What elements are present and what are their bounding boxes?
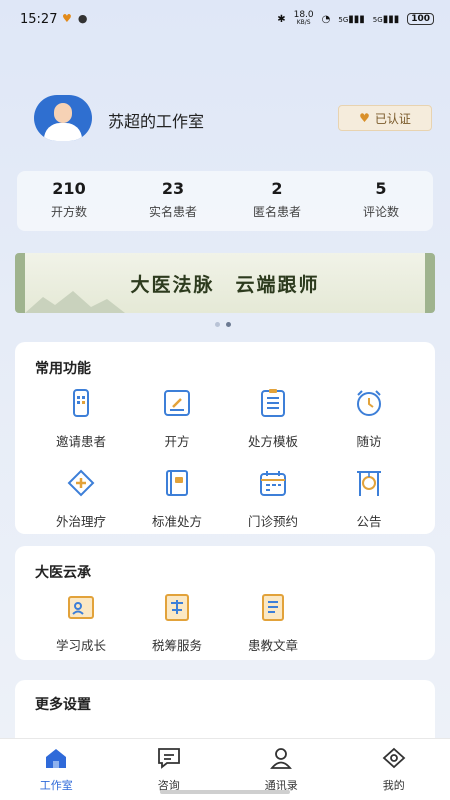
clinic-appointment-button[interactable]: 门诊预约 (223, 468, 323, 530)
stat-reviews[interactable]: 5 评论数 (329, 171, 433, 231)
stat-value: 5 (375, 179, 387, 198)
daiyi-card: 大医云承 学习成长 税筹服务 患教文章 (15, 546, 435, 660)
wechat-icon: ● (77, 12, 88, 25)
item-label: 处方模板 (247, 434, 298, 449)
pagination-dot-active[interactable] (226, 322, 231, 327)
promo-banner[interactable]: 大医法脉 云端跟师 (15, 253, 435, 313)
announcement-gong-icon (357, 471, 381, 496)
item-label: 随访 (356, 434, 382, 449)
section-title: 常用功能 (35, 361, 91, 377)
contacts-icon (270, 748, 293, 769)
home-indicator (160, 790, 290, 794)
banner-text: 大医法脉 云端跟师 (130, 274, 320, 296)
battery-icon: 100 (407, 13, 434, 25)
message-icon (157, 748, 180, 769)
pagination-dot[interactable] (215, 322, 220, 327)
template-list-icon (261, 389, 285, 417)
home-icon (46, 749, 67, 768)
item-label: 税筹服务 (151, 638, 202, 653)
section-title: 大医云承 (35, 565, 91, 581)
learning-button[interactable]: 学习成长 (31, 592, 131, 654)
status-bar: 15:27 ♥ ● ✱ 18.0 KB/S ◔ 5G▮▮▮ 5G▮▮▮ 100 (0, 0, 450, 40)
status-time: 15:27 (20, 12, 58, 27)
certified-badge[interactable]: ♥ 已认证 (338, 105, 432, 131)
stat-value: 2 (271, 179, 283, 198)
item-label: 邀请患者 (55, 434, 106, 449)
item-label: 标准处方 (151, 514, 202, 529)
stat-prescriptions[interactable]: 210 开方数 (17, 171, 121, 231)
network-speed: 18.0 KB/S (293, 10, 314, 27)
stat-label: 匿名患者 (252, 205, 301, 219)
qr-phone-icon (73, 389, 89, 417)
tab-profile[interactable]: 我的 (338, 739, 450, 800)
tab-label: 我的 (382, 779, 405, 792)
item-label: 患教文章 (247, 638, 298, 653)
physio-cross-icon (67, 469, 95, 497)
common-functions-card: 常用功能 邀请患者 开方 处方模板 随访 外治理疗 标准处方 门诊预约 公告 (15, 342, 435, 534)
stat-label: 开方数 (50, 205, 87, 219)
stat-anonymous-patients[interactable]: 2 匿名患者 (225, 171, 329, 231)
stats-panel: 210 开方数 23 实名患者 2 匿名患者 5 评论数 (17, 171, 433, 231)
certified-label: 已认证 (374, 111, 411, 126)
standard-book-icon (166, 470, 188, 496)
patient-article-button[interactable]: 患教文章 (223, 592, 323, 654)
stat-value: 210 (52, 179, 86, 198)
profile-icon (382, 747, 406, 769)
item-label: 门诊预约 (247, 514, 298, 529)
learning-icon (68, 596, 94, 619)
alarm-clock-icon (357, 390, 381, 416)
signal-5g-icon-2: 5G▮▮▮ (372, 13, 400, 25)
stat-real-patients[interactable]: 23 实名患者 (121, 171, 225, 231)
section-title: 更多设置 (35, 697, 91, 713)
follow-up-button[interactable]: 随访 (319, 388, 419, 450)
certified-icon: ♥ (359, 111, 370, 125)
tab-studio[interactable]: 工作室 (0, 739, 113, 800)
item-label: 学习成长 (55, 638, 106, 653)
profile-header: 苏超的工作室 ♥ 已认证 (34, 95, 434, 145)
stat-label: 评论数 (362, 205, 399, 219)
tab-label: 工作室 (39, 779, 73, 792)
studio-name: 苏超的工作室 (108, 112, 205, 131)
item-label: 外治理疗 (55, 514, 106, 529)
stat-value: 23 (161, 179, 185, 198)
standard-prescription-button[interactable]: 标准处方 (127, 468, 227, 530)
stat-label: 实名患者 (148, 205, 197, 219)
app-notification-icon: ♥ (62, 12, 72, 25)
wifi-icon: ◔ (321, 13, 331, 25)
prescription-edit-icon (164, 390, 190, 416)
item-label: 开方 (164, 434, 190, 449)
notification-icons: ♥ ● (62, 12, 87, 25)
invite-patient-button[interactable]: 邀请患者 (31, 388, 131, 450)
banner-pagination (215, 322, 231, 327)
avatar[interactable] (34, 95, 92, 141)
prescribe-button[interactable]: 开方 (127, 388, 227, 450)
calendar-icon (260, 471, 286, 496)
prescription-template-button[interactable]: 处方模板 (223, 388, 323, 450)
tax-service-icon (165, 594, 189, 621)
tax-service-button[interactable]: 税筹服务 (127, 592, 227, 654)
status-right: ✱ 18.0 KB/S ◔ 5G▮▮▮ 5G▮▮▮ 100 (277, 11, 434, 27)
announcement-button[interactable]: 公告 (319, 468, 419, 530)
signal-5g-icon: 5G▮▮▮ (338, 13, 365, 25)
article-icon (262, 594, 284, 621)
bluetooth-icon: ✱ (277, 13, 286, 25)
physiotherapy-button[interactable]: 外治理疗 (31, 468, 131, 530)
item-label: 公告 (356, 514, 382, 529)
